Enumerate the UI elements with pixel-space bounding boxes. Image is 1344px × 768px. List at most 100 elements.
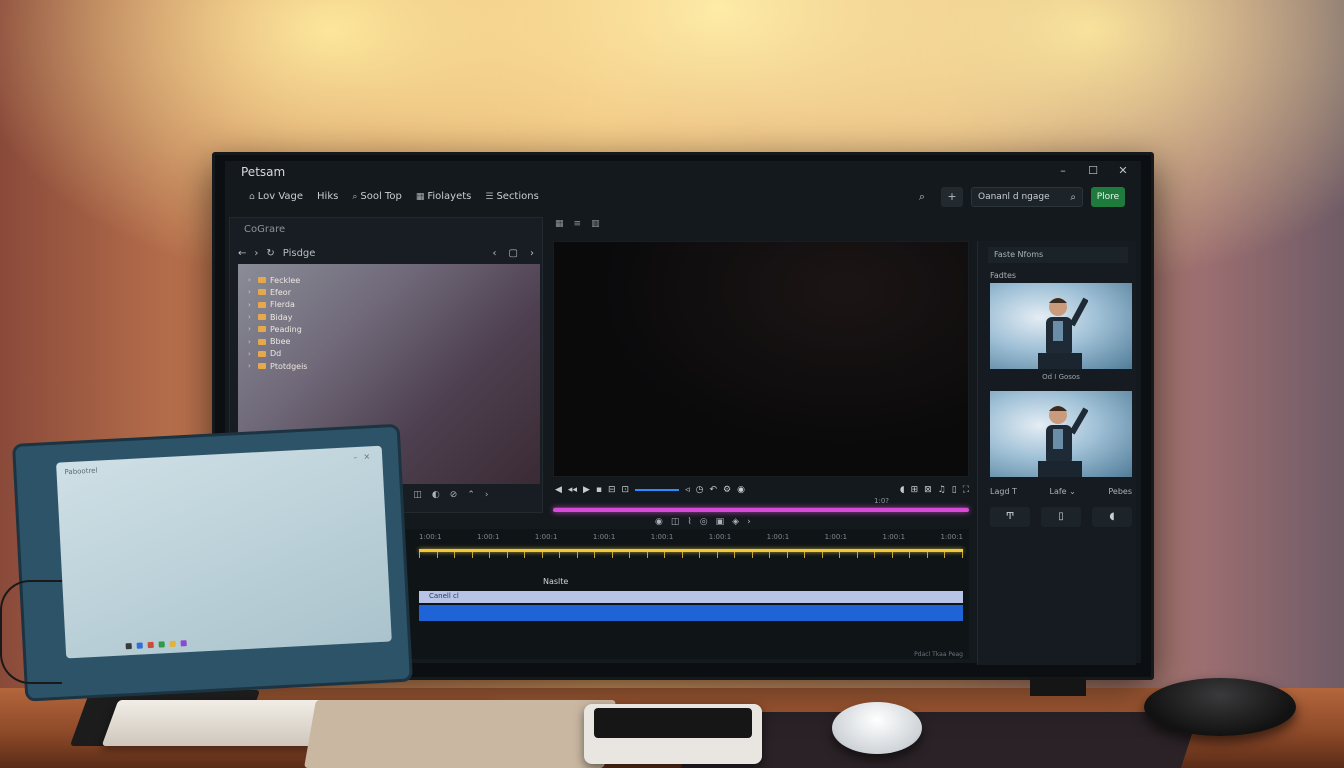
menu-item-sections[interactable]: ☰ Sections xyxy=(485,191,538,202)
media-label[interactable]: Pebes xyxy=(1108,487,1132,496)
folder-icon xyxy=(258,314,266,321)
bookmark-icon[interactable]: ▯ xyxy=(952,485,957,495)
media-labels: Lagd T Lafe ⌄ Pebes xyxy=(990,487,1132,496)
close-button[interactable]: ✕ xyxy=(1117,164,1129,178)
effect-tool-button[interactable]: ◖ xyxy=(1092,507,1132,527)
stop-icon[interactable]: ▪ xyxy=(596,485,602,495)
tree-item[interactable]: › Ptotdgeis xyxy=(248,360,307,372)
search-input[interactable]: Oananl d ngage ⌕ xyxy=(971,187,1083,207)
media-thumbnail[interactable] xyxy=(990,283,1132,369)
media-label[interactable]: Lafe ⌄ xyxy=(1049,487,1075,496)
forward-icon[interactable]: › xyxy=(254,248,258,259)
record-icon[interactable]: ◉ xyxy=(655,517,663,527)
trim-icon[interactable]: ◫ xyxy=(671,517,680,527)
grid-icon: ▦ xyxy=(415,191,425,202)
marker-icon[interactable]: ◈ xyxy=(732,517,739,527)
toggle-icon[interactable]: ◖ xyxy=(900,485,905,495)
maximize-button[interactable]: ☐ xyxy=(1087,164,1099,178)
minimize-button[interactable]: – xyxy=(1057,164,1069,178)
ripple-icon[interactable]: ◎ xyxy=(700,517,708,527)
audio-icon[interactable]: ♫ xyxy=(938,485,946,495)
mark-icon[interactable]: ⊡ xyxy=(622,485,630,495)
drop-icon[interactable]: ◐ xyxy=(432,490,440,500)
media-thumbnail[interactable] xyxy=(990,391,1132,477)
search-icon: ⌕ xyxy=(1070,191,1076,203)
layout-icon[interactable]: ▥ xyxy=(591,219,600,229)
play-icon[interactable]: ▶ xyxy=(583,485,590,495)
tree-item[interactable]: › Efeor xyxy=(248,286,307,298)
white-mouse xyxy=(832,702,922,754)
media-label[interactable]: Lagd T xyxy=(990,487,1017,496)
app-icon[interactable] xyxy=(158,641,165,648)
grid-icon[interactable]: ▦ xyxy=(555,219,564,229)
up-icon[interactable]: ⌃ xyxy=(467,490,475,500)
fullscreen-icon[interactable]: ⛶ xyxy=(963,485,969,495)
video-clip[interactable]: Canell cl xyxy=(419,591,963,603)
chevron-right-icon[interactable]: › xyxy=(747,517,751,527)
menu-item-home[interactable]: ⌂ Lov Vage xyxy=(249,191,303,202)
menu-item-label: Lov Vage xyxy=(257,191,304,202)
rewind-icon[interactable]: ◂◂ xyxy=(568,485,577,495)
video-track[interactable] xyxy=(419,605,963,621)
tree-item[interactable]: › Peading xyxy=(248,323,307,335)
chat-icon[interactable]: ◫ xyxy=(413,490,422,500)
laptop-screen: Pabootrel – ✕ xyxy=(56,445,392,659)
tree-item[interactable]: › Dd xyxy=(248,348,307,360)
split-icon[interactable]: ⌇ xyxy=(687,517,691,527)
link-icon[interactable]: ⊘ xyxy=(450,490,458,500)
app-icon[interactable] xyxy=(169,640,176,648)
folder-icon xyxy=(258,363,266,370)
list-icon[interactable]: ≡ xyxy=(574,219,582,229)
primary-button[interactable]: Plore xyxy=(1091,187,1125,207)
scrub-bar[interactable] xyxy=(553,508,969,512)
app-icon[interactable] xyxy=(136,642,143,649)
tree-item-label: Biday xyxy=(270,312,293,322)
laptop-taskbar xyxy=(125,640,187,650)
app-icon[interactable] xyxy=(125,643,132,650)
tree-item[interactable]: › Flerda xyxy=(248,299,307,311)
timeline-ruler: 1:00:1 1:00:1 1:00:1 1:00:1 1:00:1 1:00:… xyxy=(419,533,963,545)
edit-tools: ◉ ◫ ⌇ ◎ ▣ ◈ › xyxy=(655,517,751,527)
volume-slider[interactable] xyxy=(635,489,680,491)
playhead-scrubber[interactable]: 1:0? xyxy=(553,497,969,513)
tree-item[interactable]: › Bbee xyxy=(248,335,307,347)
undo-icon[interactable]: ↶ xyxy=(709,485,717,495)
copy-icon[interactable]: ▢ xyxy=(509,248,518,259)
next-icon[interactable]: › xyxy=(485,490,489,500)
caret-icon: › xyxy=(248,362,251,371)
phone xyxy=(584,704,762,764)
menu-item-layouts[interactable]: ▦ Fiolayets xyxy=(416,191,472,202)
video-preview[interactable] xyxy=(553,241,969,477)
notebook xyxy=(304,700,616,768)
app-icon[interactable] xyxy=(147,641,154,649)
loop-icon[interactable]: ⊟ xyxy=(608,485,616,495)
clip-icon[interactable]: ▣ xyxy=(716,517,725,527)
close-icon[interactable]: ✕ xyxy=(363,452,370,461)
menu-item-search[interactable]: ⌕ Sool Top xyxy=(352,191,401,202)
menu-item-hiks[interactable]: Hiks xyxy=(317,191,338,202)
minimize-icon[interactable]: – xyxy=(353,453,357,462)
clip-tool-button[interactable]: ▯ xyxy=(1041,507,1081,527)
back-icon[interactable]: ← xyxy=(238,248,246,259)
search-icon[interactable]: ⌕ xyxy=(911,187,933,207)
lock-icon[interactable]: ⊠ xyxy=(924,485,932,495)
text-tool-button[interactable]: Ͳ xyxy=(990,507,1030,527)
settings-icon[interactable]: ⚙ xyxy=(723,485,731,495)
ruler-label: 1:00:1 xyxy=(419,533,442,541)
titlebar: Petsam – ☐ ✕ xyxy=(225,161,1141,183)
collapse-icon[interactable]: ‹ xyxy=(493,248,497,259)
laptop-window-controls: – ✕ xyxy=(353,452,370,462)
prev-frame-icon[interactable]: ◀ xyxy=(555,485,562,495)
tree-item[interactable]: › Biday xyxy=(248,311,307,323)
caret-icon: › xyxy=(248,288,251,297)
app-icon[interactable] xyxy=(180,640,187,647)
add-button[interactable]: + xyxy=(941,187,963,207)
expand-icon[interactable]: › xyxy=(530,248,534,259)
volume-icon[interactable]: ◃ xyxy=(685,485,690,495)
tree-item[interactable]: › Fecklee xyxy=(248,274,307,286)
path-label: Pisdge xyxy=(282,247,316,259)
timer-icon[interactable]: ◷ xyxy=(696,485,704,495)
more-icon[interactable]: ◉ xyxy=(737,485,745,495)
refresh-icon[interactable]: ↻ xyxy=(266,248,274,259)
crop-icon[interactable]: ⊞ xyxy=(911,485,919,495)
